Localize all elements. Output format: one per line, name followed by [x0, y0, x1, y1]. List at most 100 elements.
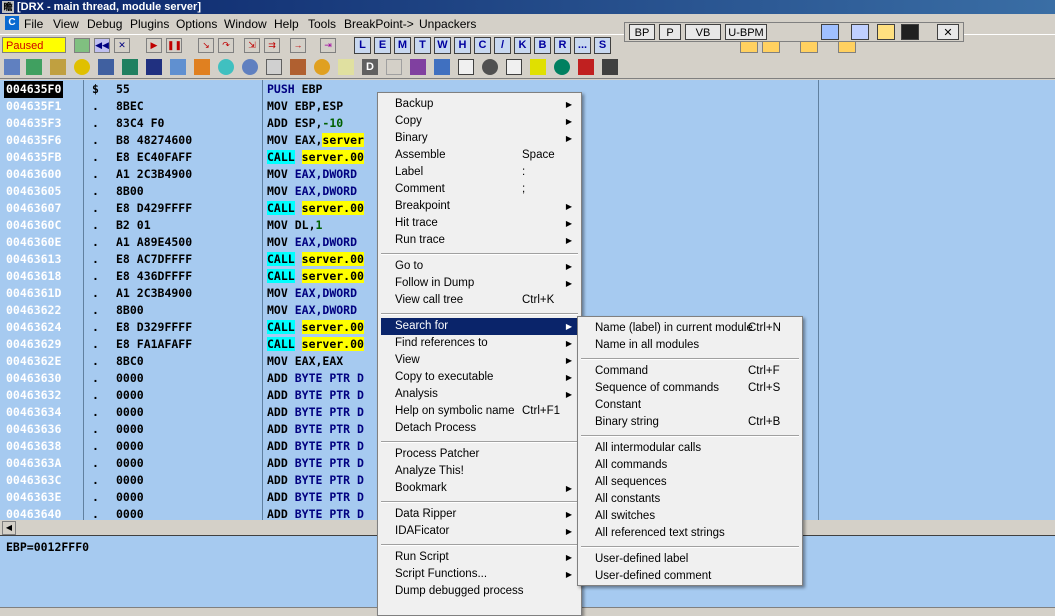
plugin-icon-5[interactable] [98, 59, 114, 75]
menu-item-binary-string[interactable]: Binary string Ctrl+B [581, 414, 799, 431]
menu-debug[interactable]: Debug [87, 17, 122, 31]
menu-plugins[interactable]: Plugins [130, 17, 169, 31]
menu-options[interactable]: Options [176, 17, 217, 31]
plugin-icon-26[interactable] [602, 59, 618, 75]
window-patches-button[interactable]: / [494, 37, 511, 54]
plugin-icon-3[interactable] [50, 59, 66, 75]
menu-item-analysis[interactable]: Analysis ▶ [381, 386, 578, 403]
menu-item-search-for[interactable]: Search for ▶ [381, 318, 578, 335]
gear-icon[interactable] [482, 59, 498, 75]
plugin-icon-25[interactable] [578, 59, 594, 75]
ubpm-button[interactable]: U-BPM [725, 24, 767, 40]
menu-item-find-references-to[interactable]: Find references to ▶ [381, 335, 578, 352]
plugin-icon-20[interactable] [458, 59, 474, 75]
menu-item-all-constants[interactable]: All constants [581, 491, 799, 508]
close-icon[interactable]: ✕ [937, 24, 959, 40]
window-runtrace-button[interactable]: ... [574, 37, 591, 54]
menu-item-name-label-in-current-module[interactable]: Name (label) in current module Ctrl+N [581, 320, 799, 337]
plugin-icon-10[interactable] [218, 59, 234, 75]
menu-item-sequence-of-commands[interactable]: Sequence of commands Ctrl+S [581, 380, 799, 397]
menu-item-analyze-this[interactable]: Analyze This! [381, 463, 578, 480]
menu-item-run-script[interactable]: Run Script ▶ [381, 549, 578, 566]
trace-over-icon[interactable]: ⇉ [264, 38, 280, 53]
menu-item-all-referenced-text-strings[interactable]: All referenced text strings [581, 525, 799, 542]
menu-item-copy-to-executable[interactable]: Copy to executable ▶ [381, 369, 578, 386]
plugin-icon-4[interactable] [74, 59, 90, 75]
plugin-icon-2[interactable] [26, 59, 42, 75]
menu-item-command[interactable]: Command Ctrl+F [581, 363, 799, 380]
step-into-icon[interactable]: ↘ [198, 38, 214, 53]
plugin-icon-1[interactable] [4, 59, 20, 75]
menu-item-dump-debugged-process[interactable]: Dump debugged process [381, 583, 578, 600]
menu-item-follow-in-dump[interactable]: Follow in Dump ▶ [381, 275, 578, 292]
open-icon[interactable] [74, 38, 90, 53]
plugin-icon-7[interactable] [146, 59, 162, 75]
plugin-icon-18[interactable] [410, 59, 426, 75]
window-callstack-button[interactable]: K [514, 37, 531, 54]
menu-item-data-ripper[interactable]: Data Ripper ▶ [381, 506, 578, 523]
window-memory-button[interactable]: M [394, 37, 411, 54]
p-button[interactable]: P [659, 24, 681, 40]
vb-button[interactable]: VB [685, 24, 721, 40]
plugin-d-icon[interactable]: D [362, 59, 378, 75]
plugin-icon-24[interactable] [554, 59, 570, 75]
bp-button[interactable]: BP [629, 24, 655, 40]
menu-item-breakpoint[interactable]: Breakpoint ▶ [381, 198, 578, 215]
plugin-icon-11[interactable] [242, 59, 258, 75]
menu-item-user-defined-comment[interactable]: User-defined comment [581, 568, 799, 585]
menu-item-script-functions[interactable]: Script Functions... ▶ [381, 566, 578, 583]
execute-till-return-icon[interactable]: → [290, 38, 306, 53]
menu-item-all-commands[interactable]: All commands [581, 457, 799, 474]
menu-item-backup[interactable]: Backup ▶ [381, 96, 578, 113]
step-over-icon[interactable]: ↷ [218, 38, 234, 53]
window-windows-button[interactable]: W [434, 37, 451, 54]
menu-item-bookmark[interactable]: Bookmark ▶ [381, 480, 578, 497]
menu-window[interactable]: Window [224, 17, 267, 31]
close-process-icon[interactable]: ✕ [114, 38, 130, 53]
menu-item-name-in-all-modules[interactable]: Name in all modules [581, 337, 799, 354]
window-references-button[interactable]: R [554, 37, 571, 54]
menu-help[interactable]: Help [274, 17, 299, 31]
menu-item-all-intermodular-calls[interactable]: All intermodular calls [581, 440, 799, 457]
plugin-icon-19[interactable] [434, 59, 450, 75]
run-icon[interactable]: ▶ [146, 38, 162, 53]
window-log-button[interactable]: L [354, 37, 371, 54]
plugin-icon-12[interactable] [266, 59, 282, 75]
window-threads-button[interactable]: T [414, 37, 431, 54]
window-handles-button[interactable]: H [454, 37, 471, 54]
plugin-icon-9[interactable] [194, 59, 210, 75]
pause-icon[interactable]: ❚❚ [166, 38, 182, 53]
menu-item-view-call-tree[interactable]: View call tree Ctrl+K [381, 292, 578, 309]
plugin-icon-6[interactable] [122, 59, 138, 75]
menu-item-view[interactable]: View ▶ [381, 352, 578, 369]
menu-item-idaficator[interactable]: IDAFicator ▶ [381, 523, 578, 540]
go-to-icon[interactable]: ⇥ [320, 38, 336, 53]
child-window-icon[interactable]: C [5, 16, 19, 30]
plugin-icon-14[interactable] [314, 59, 330, 75]
window-cpu-button[interactable]: C [474, 37, 491, 54]
plugin-icon-17[interactable] [386, 59, 402, 75]
menu-item-binary[interactable]: Binary ▶ [381, 130, 578, 147]
plugin-icon-15[interactable] [338, 59, 354, 75]
menu-breakpoint[interactable]: BreakPoint-> [344, 17, 414, 31]
plugin-icon-23[interactable] [530, 59, 546, 75]
menu-item-all-sequences[interactable]: All sequences [581, 474, 799, 491]
folder-icon[interactable] [877, 24, 895, 40]
console-icon[interactable] [901, 24, 919, 40]
menu-view[interactable]: View [53, 17, 79, 31]
menu-item-go-to[interactable]: Go to ▶ [381, 258, 578, 275]
menu-item-process-patcher[interactable]: Process Patcher [381, 446, 578, 463]
plugin-icon-13[interactable] [290, 59, 306, 75]
menu-item-assemble[interactable]: Assemble Space [381, 147, 578, 164]
menu-item-user-defined-label[interactable]: User-defined label [581, 551, 799, 568]
trace-into-icon[interactable]: ⇲ [244, 38, 260, 53]
plugin-icon-8[interactable] [170, 59, 186, 75]
menu-item-all-switches[interactable]: All switches [581, 508, 799, 525]
menu-item-run-trace[interactable]: Run trace ▶ [381, 232, 578, 249]
menu-item-label[interactable]: Label: [381, 164, 578, 181]
notes-icon[interactable] [851, 24, 869, 40]
scroll-left-icon[interactable]: ◀ [2, 521, 16, 535]
menu-item-help-on-symbolic-name[interactable]: Help on symbolic name Ctrl+F1 [381, 403, 578, 420]
menu-item-hit-trace[interactable]: Hit trace ▶ [381, 215, 578, 232]
window-source-button[interactable]: S [594, 37, 611, 54]
